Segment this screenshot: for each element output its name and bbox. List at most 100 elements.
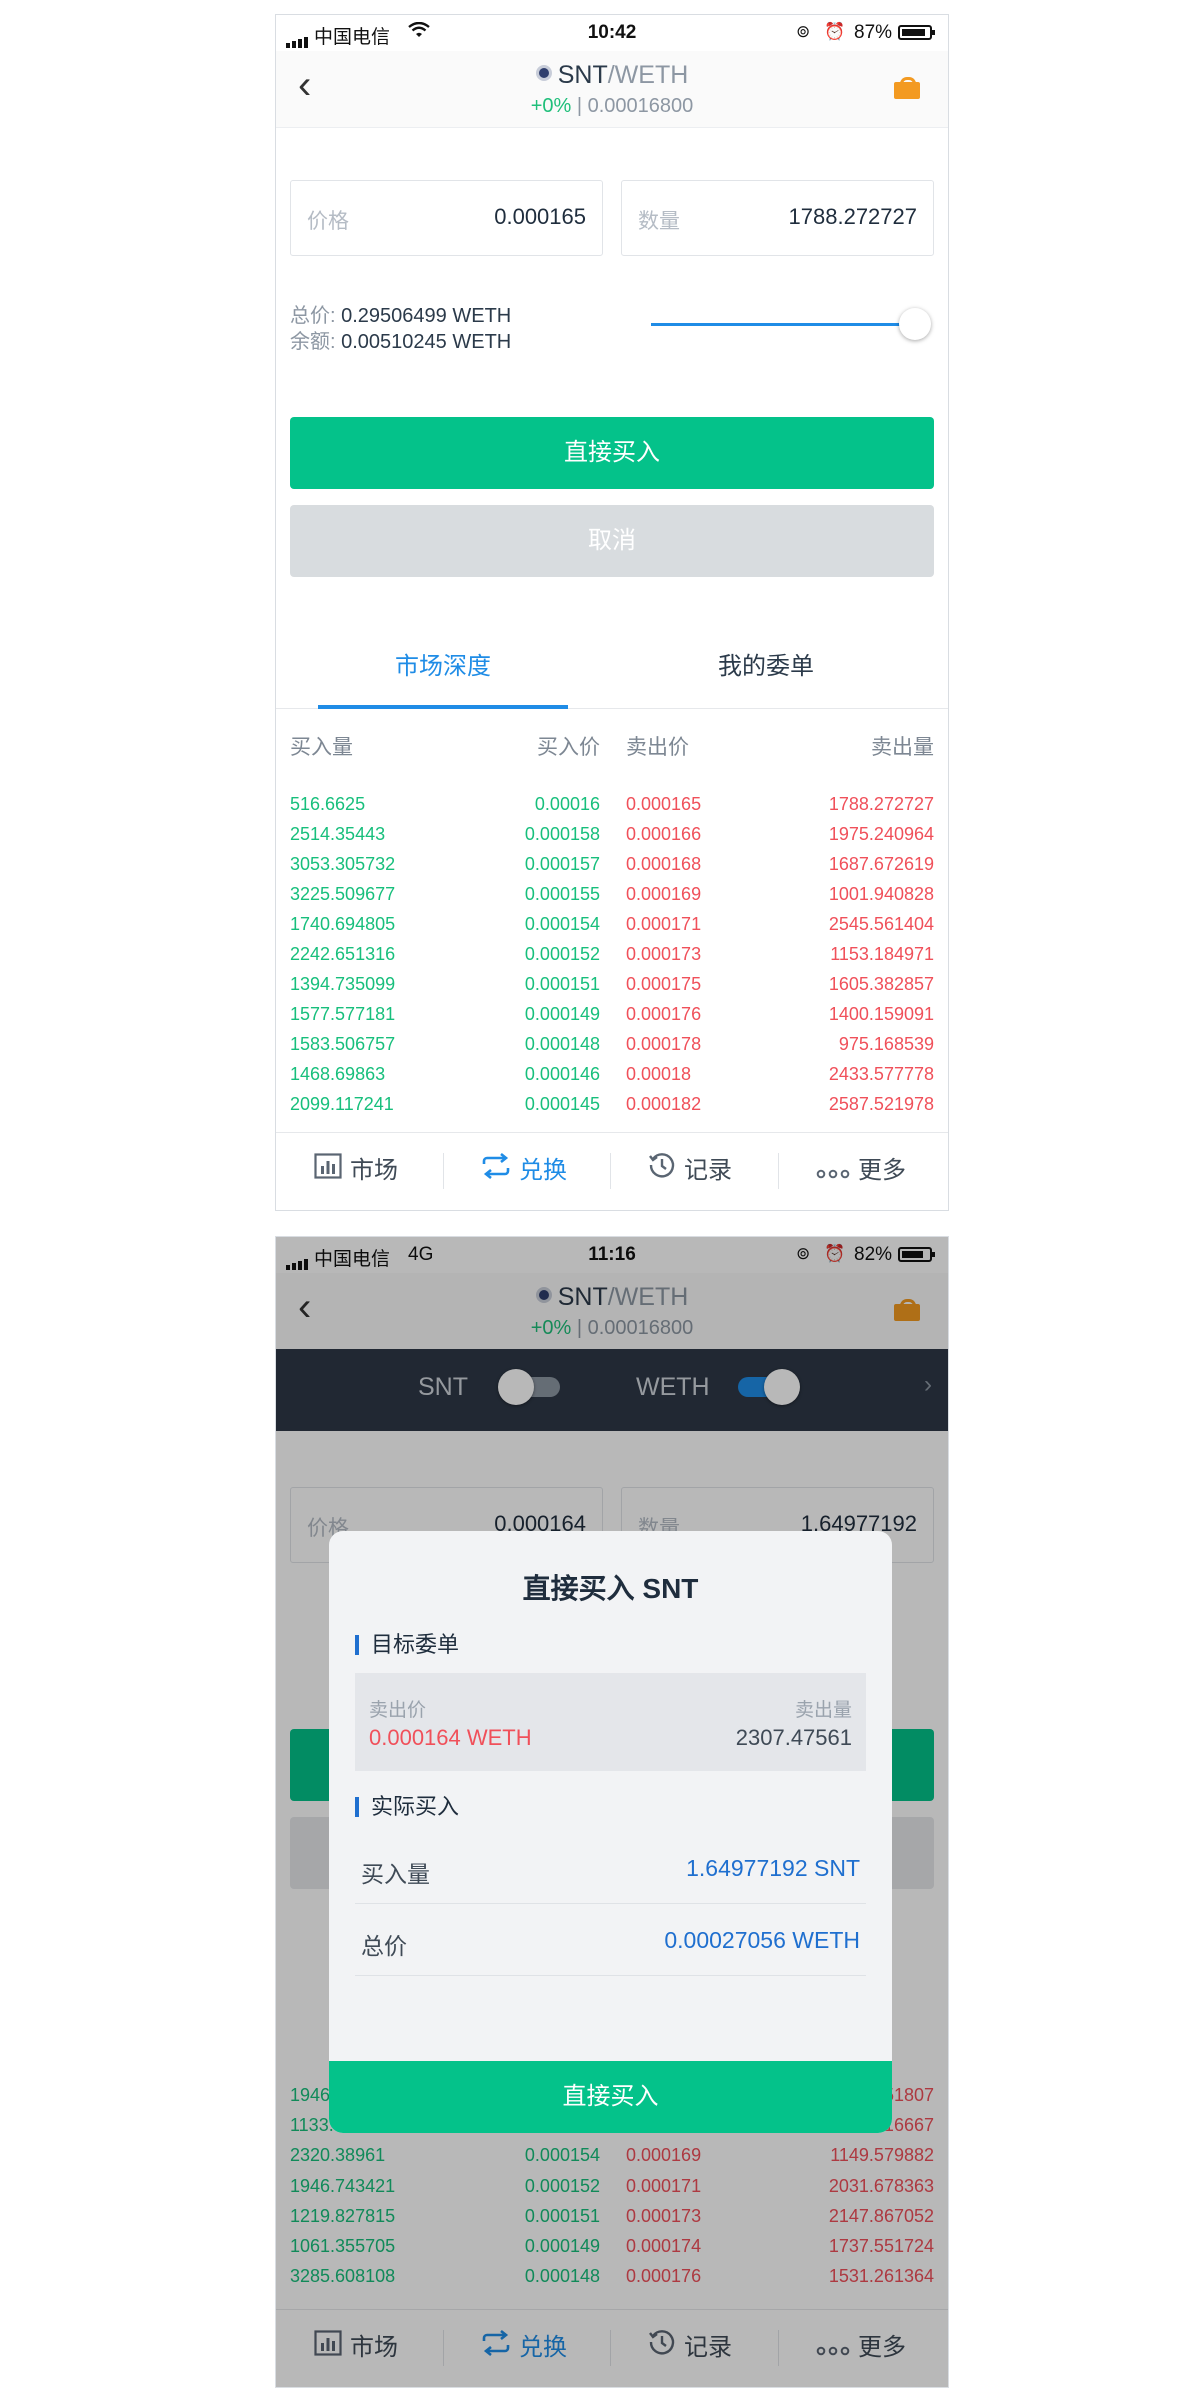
buy-amount-value: 1.64977192 SNT xyxy=(686,1855,860,1881)
buy-amount: 1740.694805 xyxy=(290,914,396,934)
buy-amount: 516.6625 xyxy=(290,794,366,814)
tab-divider xyxy=(443,1153,444,1189)
orderbook-row[interactable]: 2514.35443 0.000158 0.000166 1975.240964 xyxy=(276,824,948,854)
tab-market[interactable]: 市场 xyxy=(314,1133,398,1210)
sell-amount: 1153.184971 xyxy=(830,944,934,964)
price-divider: | xyxy=(576,95,583,117)
sell-amount: 2433.577778 xyxy=(828,1064,934,1084)
sell-price: 0.000169 xyxy=(626,884,702,904)
tab-label: 兑换 xyxy=(519,1157,567,1184)
battery-icon xyxy=(898,25,935,40)
balance-label: 余额: xyxy=(290,331,336,353)
confirm-buy-screen: 中国电信 4G 11:16 ⊚ ⏰ 82% ‹ SNT/WETH +0% | 0… xyxy=(275,1236,949,2388)
price-input[interactable]: 价格 0.000165 xyxy=(290,180,603,256)
orderbook-row[interactable]: 2099.117241 0.000145 0.000182 2587.521978 xyxy=(276,1094,948,1124)
sell-price-label: 卖出价 xyxy=(369,1700,427,1721)
price-placeholder: 价格 xyxy=(307,210,349,233)
sell-amount: 1788.272727 xyxy=(828,794,934,814)
price-summary: +0% | 0.00016800 xyxy=(276,95,948,118)
bottom-tab-bar: 市场 兑换 记录 更多 xyxy=(276,1132,948,1210)
sell-amount: 1400.159091 xyxy=(828,1004,934,1024)
orderbook-row[interactable]: 1394.735099 0.000151 0.000175 1605.382857 xyxy=(276,974,948,1004)
tab-market-depth[interactable]: 市场深度 xyxy=(318,630,568,704)
buy-price: 0.000151 xyxy=(524,974,600,994)
tab-history[interactable]: 记录 xyxy=(648,1133,732,1210)
total-value: 0.29506499 WETH xyxy=(341,305,512,327)
cancel-button[interactable]: 取消 xyxy=(290,505,934,577)
exchange-screen: 中国电信 10:42 ⊚ ⏰ 87% ‹ SNT/WETH +0% | 0.00… xyxy=(275,14,949,1211)
buy-amount: 1583.506757 xyxy=(290,1034,396,1054)
buy-price: 0.000155 xyxy=(524,884,600,904)
pair-separator: / xyxy=(607,61,615,89)
total-price-label: 总价 xyxy=(361,1933,407,1959)
orderbook-row[interactable]: 3053.305732 0.000157 0.000168 1687.672619 xyxy=(276,854,948,884)
target-order-card: 卖出价 卖出量 0.000164 WETH 2307.47561 xyxy=(355,1673,866,1771)
orderbook-row[interactable]: 1583.506757 0.000148 0.000178 975.168539 xyxy=(276,1034,948,1064)
sell-price: 0.000176 xyxy=(626,1004,702,1024)
orderbook-row[interactable]: 516.6625 0.00016 0.000165 1788.272727 xyxy=(276,794,948,824)
clock-time: 10:42 xyxy=(587,22,637,43)
buy-price: 0.000146 xyxy=(524,1064,600,1084)
total-label: 总价: xyxy=(290,305,336,327)
buy-price: 0.000145 xyxy=(524,1094,600,1114)
tab-label: 记录 xyxy=(684,1157,732,1184)
sell-price: 0.000165 xyxy=(626,794,702,814)
buy-amount: 3053.305732 xyxy=(290,854,396,874)
buy-amount: 2099.117241 xyxy=(290,1094,394,1114)
tab-label: 更多 xyxy=(858,1157,906,1184)
buy-amount-label: 买入量 xyxy=(361,1861,430,1887)
lock-icon[interactable] xyxy=(894,77,920,99)
buy-price: 0.000148 xyxy=(524,1034,600,1054)
balance-line: 余额: 0.00510245 WETH xyxy=(290,325,511,354)
history-icon xyxy=(648,1134,676,1210)
header-buy-amount: 买入量 xyxy=(290,736,353,759)
sell-amount: 1975.240964 xyxy=(828,824,934,844)
tab-exchange[interactable]: 兑换 xyxy=(481,1133,567,1210)
more-icon xyxy=(816,1134,850,1210)
tab-my-orders[interactable]: 我的委单 xyxy=(641,630,891,704)
total-price-value: 0.00027056 WETH xyxy=(664,1927,860,1953)
tab-divider xyxy=(778,1153,779,1189)
confirm-buy-modal: 直接买入 SNT 目标委单 卖出价 卖出量 0.000164 WETH 2307… xyxy=(329,1531,892,2133)
sell-price: 0.000168 xyxy=(626,854,702,874)
orderbook-row[interactable]: 1577.577181 0.000149 0.000176 1400.159091 xyxy=(276,1004,948,1034)
buy-price: 0.000157 xyxy=(524,854,600,874)
section-actual-buy: 实际买入 xyxy=(355,1796,459,1818)
buy-amount-row: 买入量 1.64977192 SNT xyxy=(355,1831,866,1904)
buy-amount: 3225.509677 xyxy=(290,884,396,904)
price-change: +0% xyxy=(530,95,572,117)
amount-slider[interactable] xyxy=(651,323,903,326)
tab-bar: 市场深度 我的委单 xyxy=(276,630,948,709)
orderbook-row[interactable]: 1468.69863 0.000146 0.00018 2433.577778 xyxy=(276,1064,948,1094)
tab-label: 市场 xyxy=(350,1157,398,1184)
amount-input[interactable]: 数量 1788.272727 xyxy=(621,180,934,256)
rotation-lock-icon: ⊚ xyxy=(796,22,811,41)
buy-price: 0.000152 xyxy=(524,944,600,964)
confirm-buy-button[interactable]: 直接买入 xyxy=(329,2061,892,2133)
slider-handle[interactable] xyxy=(899,308,931,340)
tab-more[interactable]: 更多 xyxy=(816,1133,906,1210)
orderbook-row[interactable]: 1740.694805 0.000154 0.000171 2545.561404 xyxy=(276,914,948,944)
sell-amount: 2545.561404 xyxy=(828,914,934,934)
buy-amount: 1468.69863 xyxy=(290,1064,386,1084)
quote-token: WETH xyxy=(614,61,689,89)
header-sell-price: 卖出价 xyxy=(626,736,689,759)
sell-amount: 1687.672619 xyxy=(828,854,934,874)
sell-price: 0.000166 xyxy=(626,824,702,844)
buy-price: 0.000158 xyxy=(524,824,600,844)
section-target-order: 目标委单 xyxy=(355,1634,459,1656)
buy-price: 0.000149 xyxy=(524,1004,600,1024)
status-bar: 中国电信 10:42 ⊚ ⏰ 87% xyxy=(276,15,948,51)
price-value: 0.000165 xyxy=(494,204,586,229)
header-sell-amount: 卖出量 xyxy=(871,736,934,759)
sell-amount-value: 2307.47561 xyxy=(735,1725,852,1750)
orderbook-row[interactable]: 3225.509677 0.000155 0.000169 1001.940828 xyxy=(276,884,948,914)
buy-button[interactable]: 直接买入 xyxy=(290,417,934,489)
buy-price: 0.00016 xyxy=(534,794,600,814)
base-token: SNT xyxy=(557,61,608,89)
buy-amount: 1394.735099 xyxy=(290,974,396,994)
sell-amount-label: 卖出量 xyxy=(794,1700,852,1721)
orderbook-row[interactable]: 2242.651316 0.000152 0.000173 1153.184971 xyxy=(276,944,948,974)
tab-divider xyxy=(610,1153,611,1189)
nav-bar: ‹ SNT/WETH +0% | 0.00016800 xyxy=(276,51,948,128)
